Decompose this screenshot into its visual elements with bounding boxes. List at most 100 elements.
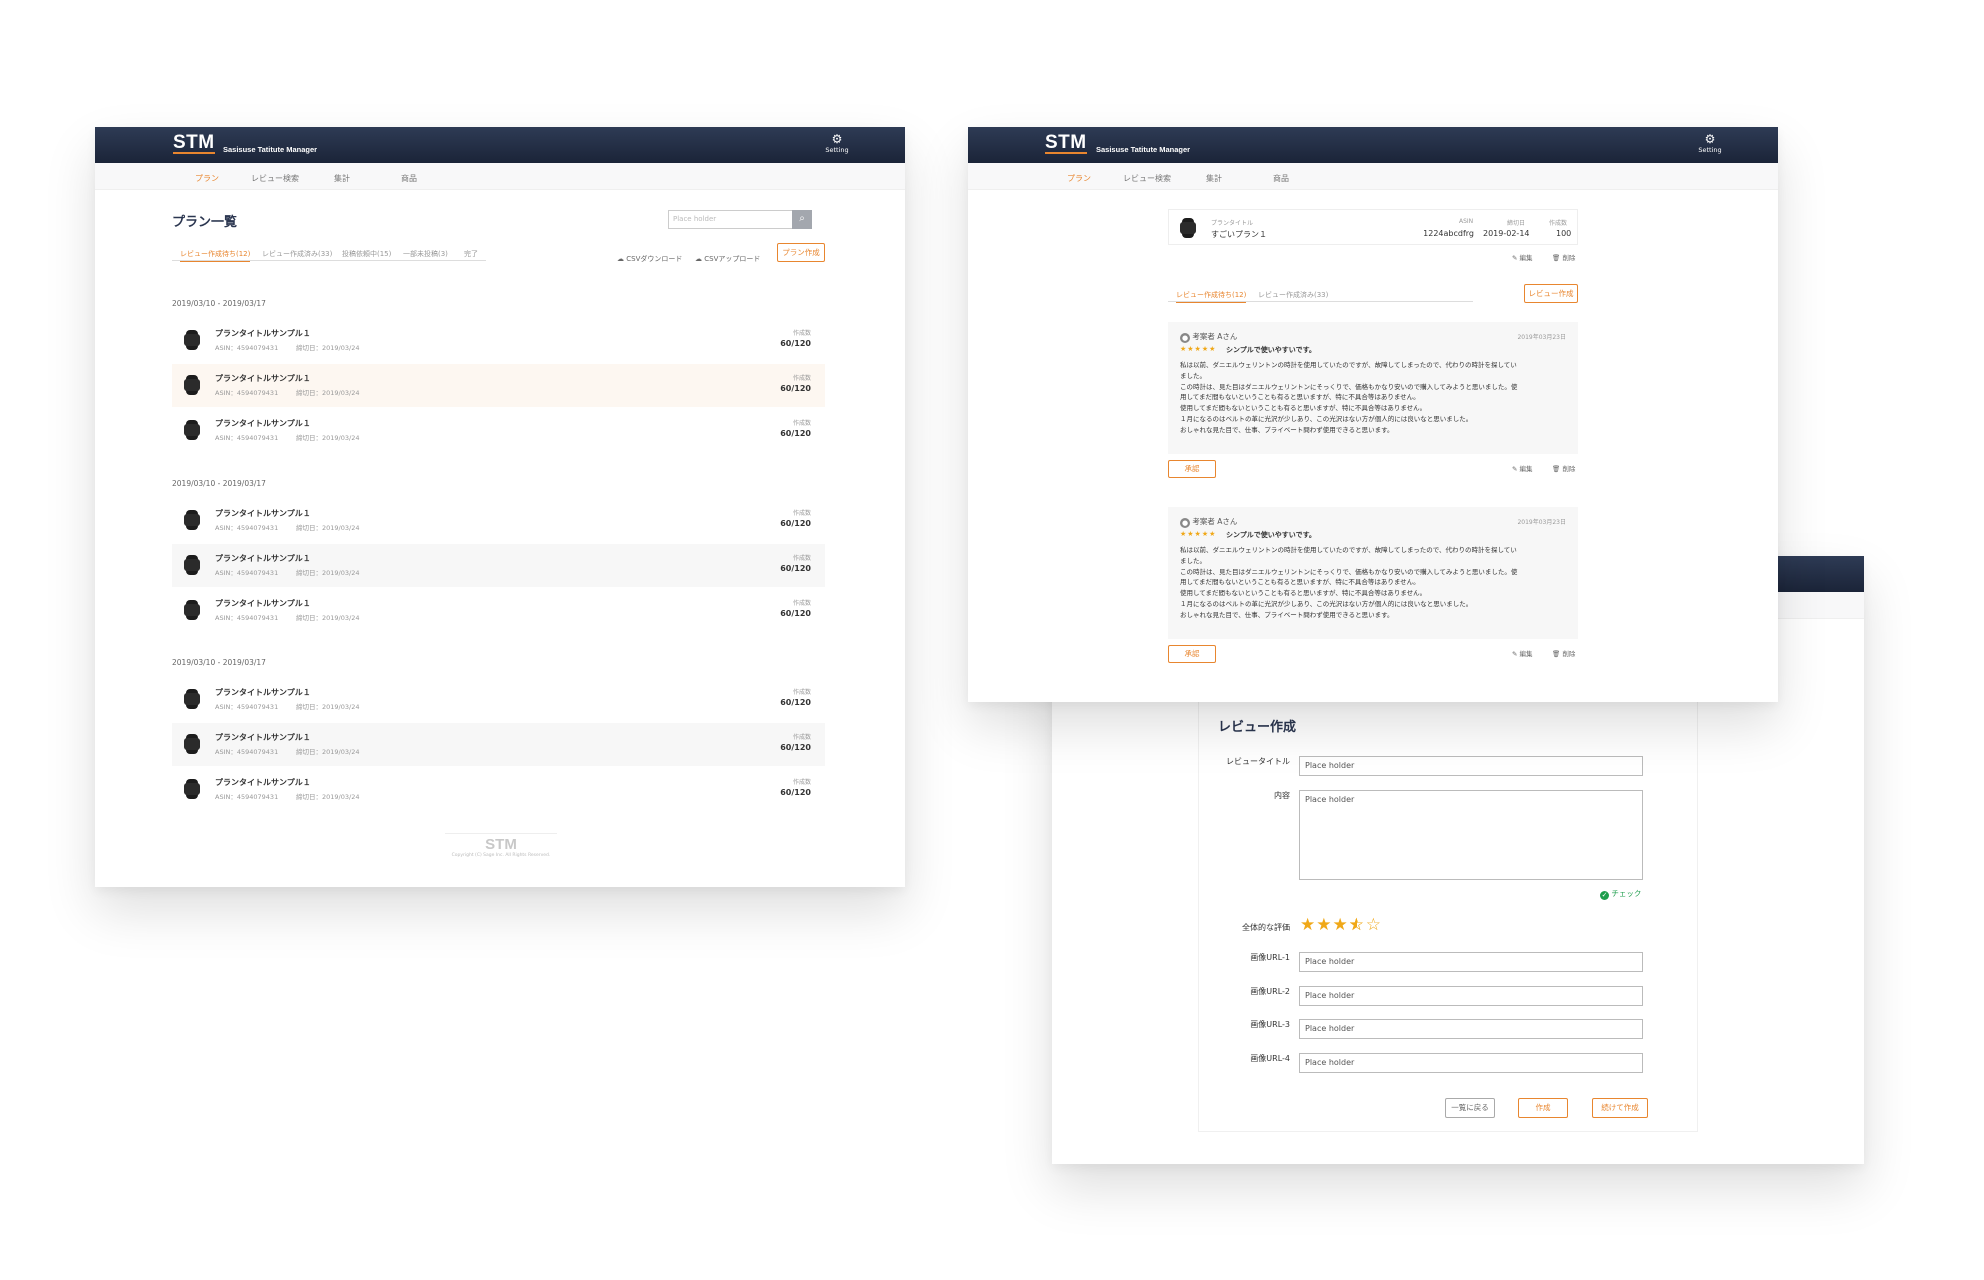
star-half-icon[interactable]: ★☆ (1349, 915, 1366, 935)
plan-title[interactable]: プランタイトルサンプル１ (215, 418, 311, 429)
setting-button[interactable]: ⚙Setting (817, 133, 857, 155)
watch-thumbnail (1180, 218, 1196, 238)
plan-title[interactable]: プランタイトルサンプル１ (215, 508, 311, 519)
review-body-line: ました。 (1180, 371, 1206, 380)
plan-row[interactable]: プランタイトルサンプル１ ASIN：4594079431 締切日：2019/03/2… (172, 768, 825, 811)
nav-products[interactable]: 商品 (401, 173, 417, 184)
image-url-3-label: 画像URL-3 (1250, 1020, 1290, 1029)
image-url-1-input[interactable]: Place holder (1299, 952, 1643, 972)
plan-deadline: 締切日：2019/03/24 (296, 434, 360, 442)
nav-review-search[interactable]: レビュー検索 (251, 173, 299, 184)
plan-deadline: 締切日：2019/03/24 (296, 614, 360, 622)
plan-row[interactable]: プランタイトルサンプル１ ASIN：4594079431 締切日：2019/03/2… (172, 589, 825, 632)
nav-review-search[interactable]: レビュー検索 (1123, 173, 1171, 184)
rating-stars[interactable]: ★★★★☆☆ (1300, 915, 1382, 935)
plan-title[interactable]: プランタイトルサンプル１ (215, 598, 311, 609)
delete-review-button[interactable]: 🗑 削除 (1552, 648, 1575, 658)
nav-products[interactable]: 商品 (1273, 173, 1289, 184)
search-icon: ⌕ (799, 213, 805, 224)
image-url-2-input[interactable]: Place holder (1299, 986, 1643, 1006)
star-full-icon[interactable]: ★ (1333, 915, 1349, 935)
delete-plan-button[interactable]: 🗑 削除 (1552, 252, 1575, 262)
edit-review-button[interactable]: ✎ 編集 (1512, 463, 1533, 473)
review-body-line: 使用してまだ間もないということも有ると思いますが、特に不具合等はありません。 (1180, 404, 1427, 413)
plan-title[interactable]: プランタイトルサンプル１ (215, 328, 311, 339)
page-title: プラン一覧 (172, 215, 238, 230)
approve-button[interactable]: 承認 (1168, 460, 1216, 478)
review-body-line: この時計は、見た目はダニエルウェリントンにそっくりで、価格もかなり安いので購入し… (1180, 382, 1518, 391)
plan-row[interactable]: プランタイトルサンプル１ ASIN：4594079431 締切日：2019/03/2… (172, 409, 825, 452)
plan-title[interactable]: プランタイトルサンプル１ (215, 373, 311, 384)
logo[interactable]: STM (1045, 133, 1087, 154)
tab-partial[interactable]: 一部未投稿(3) (403, 249, 448, 259)
approve-button[interactable]: 承認 (1168, 645, 1216, 663)
star-empty-icon[interactable]: ☆ (1366, 915, 1382, 935)
edit-review-button[interactable]: ✎ 編集 (1512, 648, 1533, 658)
review-card: ● 考案者 Aさん 2019年03月23日 ★★★★★ シンプルで使いやすいです。 私は… (1168, 322, 1578, 454)
tab-created[interactable]: レビュー作成済み(33) (1258, 290, 1328, 300)
plan-row[interactable]: プランタイトルサンプル１ ASIN：4594079431 締切日：2019/03/2… (172, 678, 825, 721)
edit-plan-button[interactable]: ✎ 編集 (1512, 252, 1533, 262)
search-button[interactable]: ⌕ (792, 210, 812, 229)
star-full-icon[interactable]: ★ (1300, 915, 1316, 935)
nav-summary[interactable]: 集計 (1206, 173, 1222, 184)
plan-title[interactable]: プランタイトルサンプル１ (215, 777, 311, 788)
count-value: 60/120 (780, 429, 811, 438)
setting-button[interactable]: ⚙Setting (1690, 133, 1730, 155)
review-title-input[interactable]: Place holder (1299, 756, 1643, 776)
tab-waiting[interactable]: レビュー作成待ち(12) (180, 249, 251, 262)
plan-deadline: 締切日：2019/03/24 (296, 524, 360, 532)
plan-title-label: プランタイトル (1211, 220, 1254, 227)
plan-title[interactable]: プランタイトルサンプル１ (215, 732, 311, 743)
tab-created[interactable]: レビュー作成済み(33) (262, 249, 332, 259)
plan-row[interactable]: プランタイトルサンプル１ ASIN：4594079431 締切日：2019/03/2… (172, 544, 825, 587)
watch-thumbnail (184, 510, 200, 530)
plan-row[interactable]: プランタイトルサンプル１ ASIN：4594079431 締切日：2019/03/2… (172, 364, 825, 407)
nav-plan[interactable]: プラン (1067, 173, 1091, 184)
plan-row[interactable]: プランタイトルサンプル１ ASIN：4594079431 締切日：2019/03/2… (172, 499, 825, 542)
delete-review-button[interactable]: 🗑 削除 (1552, 463, 1575, 473)
plan-asin: ASIN：4594079431 (215, 748, 279, 756)
image-url-4-input[interactable]: Place holder (1299, 1053, 1643, 1073)
sub-nav: プラン レビュー検索 集計 商品 (95, 163, 905, 190)
watch-thumbnail (184, 375, 200, 395)
csv-upload-button[interactable]: ☁ CSVアップロード (695, 254, 760, 264)
plan-detail-window: STM Sasisuse Tatitute Manager ⚙ Setting プ… (968, 127, 1778, 702)
nav-summary[interactable]: 集計 (334, 173, 350, 184)
review-date: 2019年03月23日 (1517, 334, 1566, 341)
logo[interactable]: STM (173, 133, 215, 154)
tab-done[interactable]: 完了 (464, 249, 478, 259)
star-full-icon[interactable]: ★ (1316, 915, 1332, 935)
content-textarea[interactable]: Place holder (1299, 790, 1643, 880)
create-button[interactable]: 作成 (1518, 1098, 1568, 1118)
deadline-value: 2019-02-14 (1483, 229, 1530, 238)
review-card: ● 考案者 Aさん 2019年03月23日 ★★★★★ シンプルで使いやすいです。 私は… (1168, 507, 1578, 639)
plan-asin: ASIN：4594079431 (215, 793, 279, 801)
count-value: 60/120 (780, 609, 811, 618)
create-plan-button[interactable]: プラン作成 (777, 243, 825, 262)
count-value: 60/120 (780, 743, 811, 752)
tab-waiting[interactable]: レビュー作成待ち(12) (1176, 290, 1247, 303)
plan-row[interactable]: プランタイトルサンプル１ ASIN：4594079431 締切日：2019/03/2… (172, 723, 825, 766)
count-label: 作成数 (792, 510, 811, 517)
nav-plan[interactable]: プラン (195, 173, 219, 184)
check-status: ✓ チェック (1600, 889, 1642, 900)
search-input[interactable]: Place holder (673, 215, 716, 223)
plan-asin: ASIN：4594079431 (215, 434, 279, 442)
create-review-button[interactable]: レビュー作成 (1524, 284, 1578, 303)
back-to-list-button[interactable]: 一覧に戻る (1445, 1098, 1495, 1118)
image-url-3-input[interactable]: Place holder (1299, 1019, 1643, 1039)
plan-title[interactable]: プランタイトルサンプル１ (215, 553, 311, 564)
plan-deadline: 締切日：2019/03/24 (296, 389, 360, 397)
plan-asin: ASIN：4594079431 (215, 524, 279, 532)
plan-row[interactable]: プランタイトルサンプル１ ASIN：4594079431 締切日：2019/03/2… (172, 319, 825, 362)
content-label: 内容 (1274, 791, 1290, 800)
plan-deadline: 締切日：2019/03/24 (296, 748, 360, 756)
tab-requested[interactable]: 投稿依頼中(15) (342, 249, 391, 259)
plan-title[interactable]: プランタイトルサンプル１ (215, 687, 311, 698)
plan-deadline: 締切日：2019/03/24 (296, 344, 360, 352)
plan-asin: ASIN：4594079431 (215, 389, 279, 397)
csv-download-button[interactable]: ☁ CSVダウンロード (617, 254, 682, 264)
continue-create-button[interactable]: 続けて作成 (1592, 1098, 1648, 1118)
count-value: 60/120 (780, 519, 811, 528)
